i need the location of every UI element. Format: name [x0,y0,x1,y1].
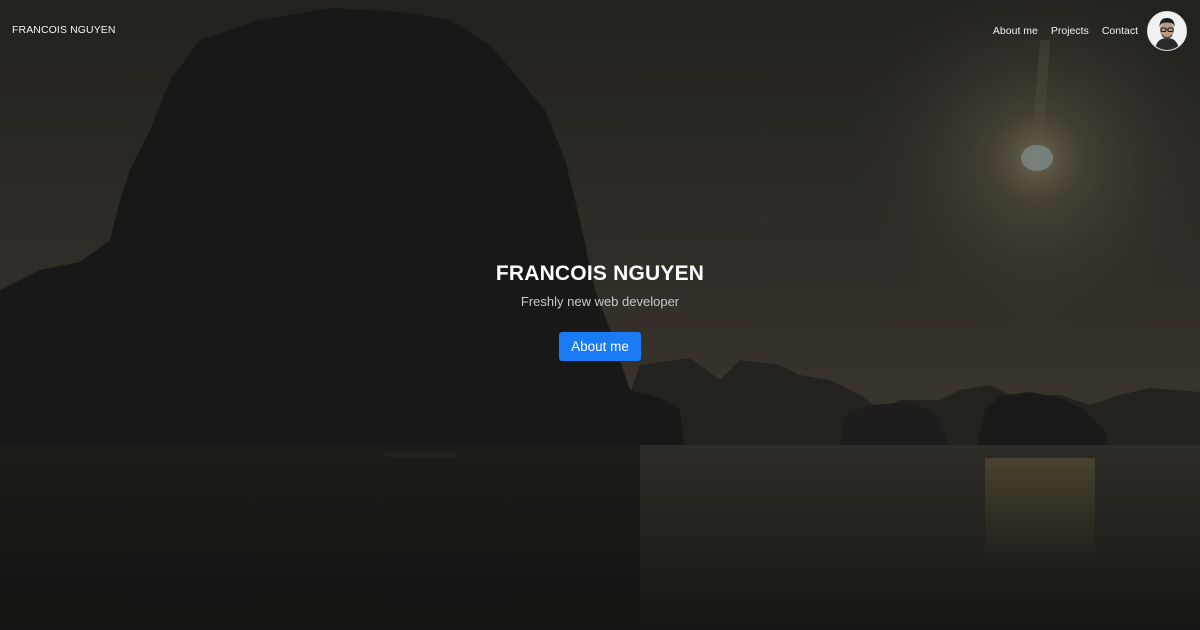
nav-link-about-me[interactable]: About me [993,25,1038,37]
avatar-illustration [1148,12,1186,50]
nav-links: About me Projects Contact [993,25,1138,37]
hero-title: FRANCOIS NGUYEN [495,262,705,285]
hero-content: FRANCOIS NGUYEN Freshly new web develope… [0,262,1200,361]
brand-link[interactable]: FRANCOIS NGUYEN [12,24,116,36]
about-me-button[interactable]: About me [559,332,641,361]
nav-link-contact[interactable]: Contact [1102,25,1138,37]
profile-photo-icon[interactable] [1147,11,1187,51]
navbar: FRANCOIS NGUYEN About me Projects Contac… [0,0,1200,62]
hero-subtitle: Freshly new web developer [520,294,680,309]
nav-link-projects[interactable]: Projects [1051,25,1089,37]
landing-page: FRANCOIS NGUYEN About me Projects Contac… [0,0,1200,630]
